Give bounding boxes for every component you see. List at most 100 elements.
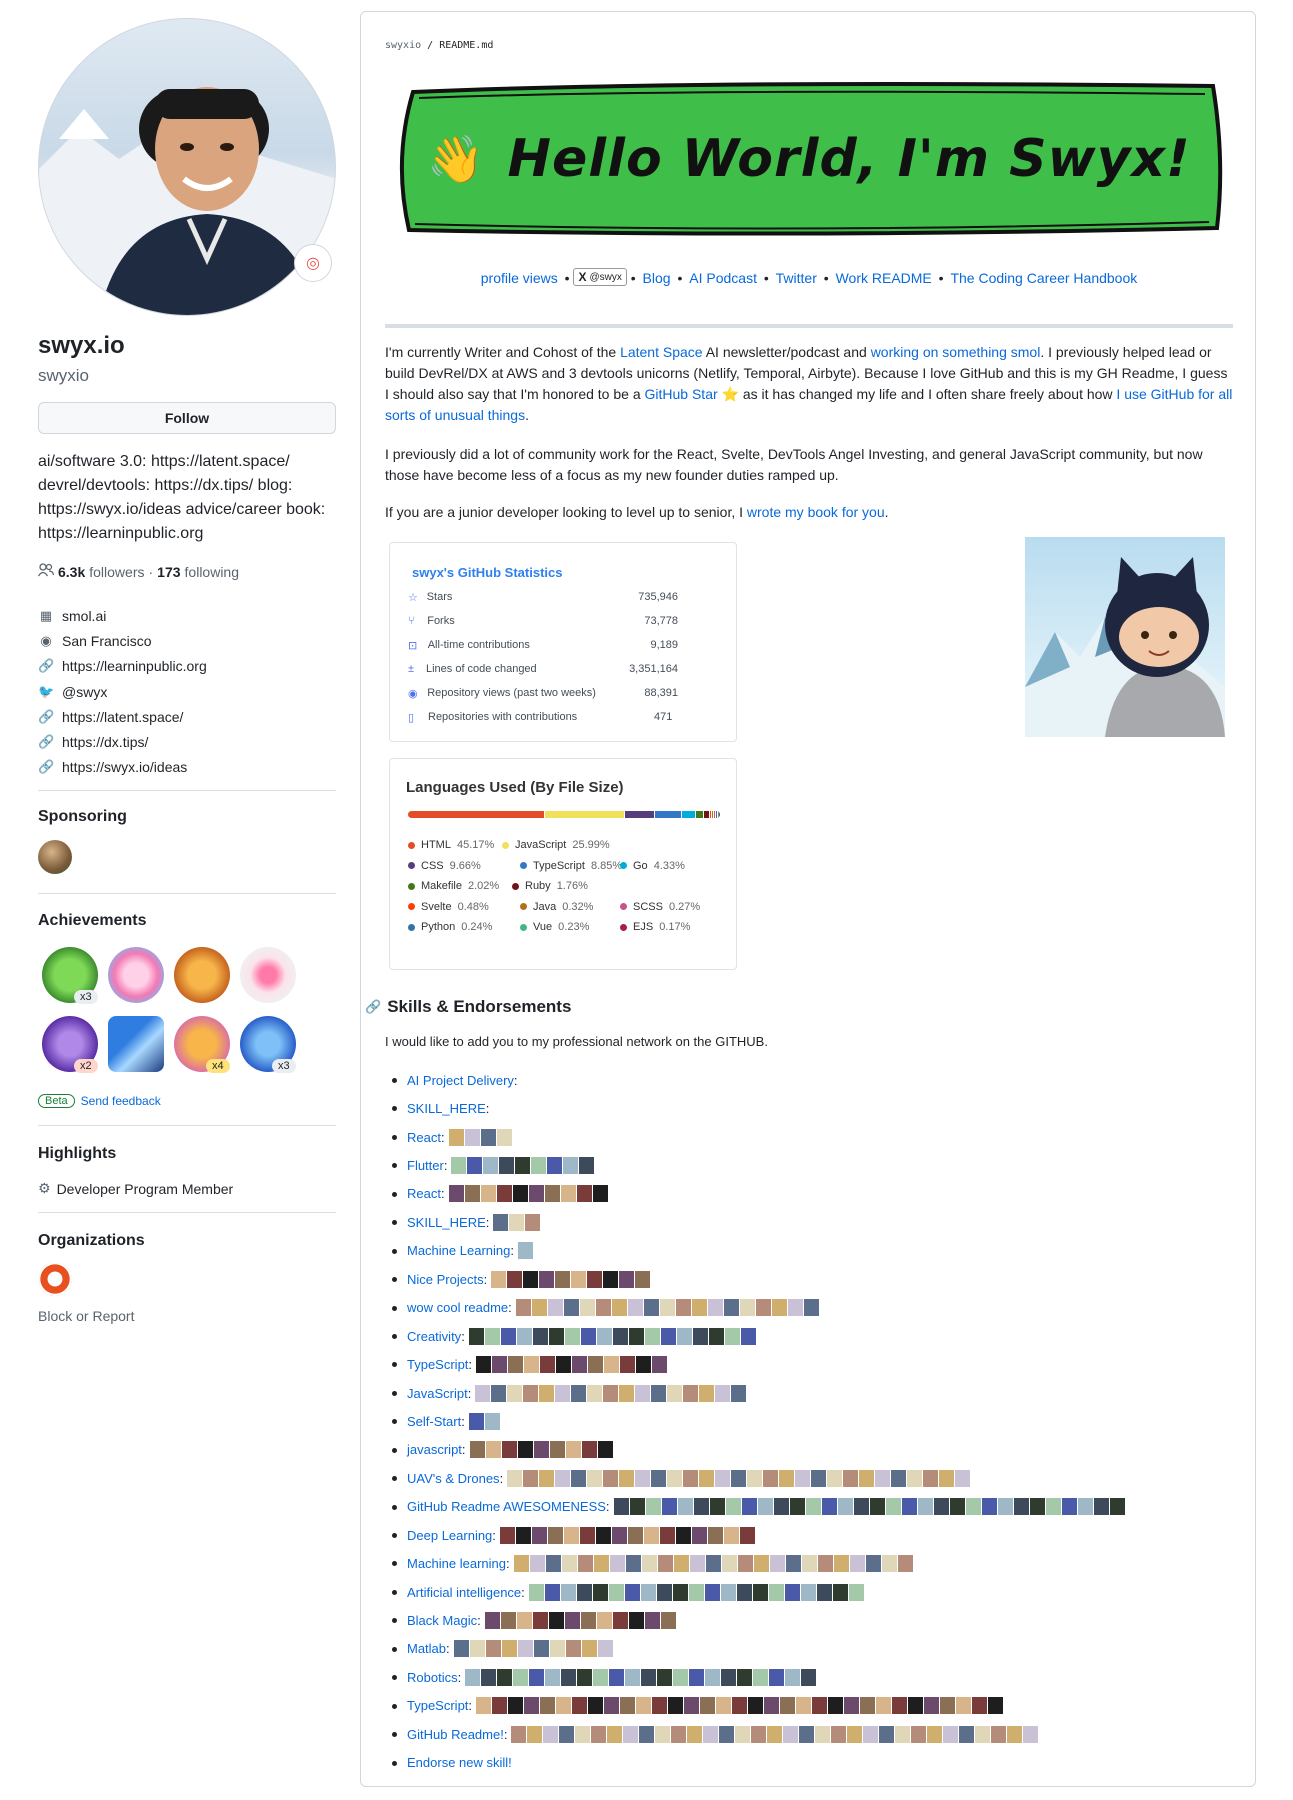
endorser-avatar[interactable] bbox=[699, 1384, 715, 1402]
endorser-avatar[interactable] bbox=[767, 1725, 783, 1743]
endorser-avatar[interactable] bbox=[687, 1725, 703, 1743]
endorser-avatar[interactable] bbox=[705, 1555, 721, 1573]
endorser-avatar[interactable] bbox=[673, 1555, 689, 1573]
endorser-avatar[interactable] bbox=[1077, 1498, 1093, 1516]
endorser-avatar[interactable] bbox=[587, 1384, 603, 1402]
endorser-avatar[interactable] bbox=[891, 1469, 907, 1487]
endorser-avatar[interactable] bbox=[529, 1668, 545, 1686]
endorser-avatar[interactable] bbox=[560, 1185, 576, 1203]
endorser-avatar[interactable] bbox=[565, 1441, 581, 1459]
endorser-avatar[interactable] bbox=[596, 1327, 612, 1345]
endorser-avatar[interactable] bbox=[475, 1384, 491, 1402]
endorser-avatar[interactable] bbox=[556, 1697, 572, 1715]
endorser-avatar[interactable] bbox=[716, 1697, 732, 1715]
endorser-avatar[interactable] bbox=[604, 1697, 620, 1715]
endorser-avatar[interactable] bbox=[739, 1526, 755, 1544]
endorser-avatar[interactable] bbox=[769, 1555, 785, 1573]
endorser-avatar[interactable] bbox=[1023, 1725, 1039, 1743]
endorser-avatar[interactable] bbox=[492, 1356, 508, 1374]
endorser-avatar[interactable] bbox=[643, 1526, 659, 1544]
endorser-avatar[interactable] bbox=[660, 1327, 676, 1345]
endorser-avatar[interactable] bbox=[815, 1725, 831, 1743]
endorser-avatar[interactable] bbox=[641, 1555, 657, 1573]
endorser-avatar[interactable] bbox=[611, 1526, 627, 1544]
endorser-avatar[interactable] bbox=[513, 1555, 529, 1573]
endorser-avatar[interactable] bbox=[895, 1725, 911, 1743]
endorser-avatar[interactable] bbox=[465, 1668, 481, 1686]
endorser-avatar[interactable] bbox=[801, 1668, 817, 1686]
endorser-avatar[interactable] bbox=[555, 1469, 571, 1487]
endorser-avatar[interactable] bbox=[448, 1185, 464, 1203]
endorser-avatar[interactable] bbox=[512, 1185, 528, 1203]
endorser-avatar[interactable] bbox=[997, 1498, 1013, 1516]
endorser-avatar[interactable] bbox=[464, 1185, 480, 1203]
endorser-avatar[interactable] bbox=[612, 1327, 628, 1345]
following-label[interactable]: following bbox=[185, 564, 239, 580]
endorser-avatar[interactable] bbox=[627, 1299, 643, 1317]
endorser-avatar[interactable] bbox=[853, 1498, 869, 1516]
endorser-avatar[interactable] bbox=[655, 1725, 671, 1743]
endorser-avatar[interactable] bbox=[549, 1640, 565, 1658]
endorser-avatar[interactable] bbox=[517, 1441, 533, 1459]
skill-link[interactable]: Black Magic bbox=[407, 1613, 477, 1628]
skill-link[interactable]: GitHub Readme! bbox=[407, 1727, 504, 1742]
work-readme-link[interactable]: Work README bbox=[836, 270, 932, 286]
endorser-avatar[interactable] bbox=[587, 1469, 603, 1487]
endorser-avatar[interactable] bbox=[539, 1469, 555, 1487]
endorser-avatar[interactable] bbox=[560, 1583, 576, 1601]
endorser-avatar[interactable] bbox=[620, 1697, 636, 1715]
endorser-avatar[interactable] bbox=[785, 1555, 801, 1573]
github-star-link[interactable]: GitHub Star ⭐ bbox=[645, 386, 739, 402]
endorser-avatar[interactable] bbox=[623, 1725, 639, 1743]
endorser-avatar[interactable] bbox=[940, 1697, 956, 1715]
endorser-avatar[interactable] bbox=[800, 1583, 816, 1601]
endorser-avatar[interactable] bbox=[908, 1697, 924, 1715]
endorser-avatar[interactable] bbox=[548, 1327, 564, 1345]
endorser-avatar[interactable] bbox=[652, 1697, 668, 1715]
endorser-avatar[interactable] bbox=[783, 1725, 799, 1743]
endorser-avatar[interactable] bbox=[587, 1270, 603, 1288]
endorser-avatar[interactable] bbox=[511, 1725, 527, 1743]
endorser-avatar[interactable] bbox=[516, 1612, 532, 1630]
endorser-avatar[interactable] bbox=[492, 1697, 508, 1715]
endorser-avatar[interactable] bbox=[571, 1270, 587, 1288]
achievement-arctic-code-vault-icon[interactable] bbox=[108, 1016, 164, 1072]
endorser-avatar[interactable] bbox=[739, 1299, 755, 1317]
endorser-avatar[interactable] bbox=[588, 1356, 604, 1374]
endorser-avatar[interactable] bbox=[508, 1356, 524, 1374]
endorser-avatar[interactable] bbox=[755, 1299, 771, 1317]
endorser-avatar[interactable] bbox=[563, 1299, 579, 1317]
endorser-avatar[interactable] bbox=[484, 1412, 500, 1430]
endorser-avatar[interactable] bbox=[715, 1469, 731, 1487]
book-link[interactable]: wrote my book for you bbox=[747, 504, 885, 520]
endorser-avatar[interactable] bbox=[897, 1555, 913, 1573]
endorser-avatar[interactable] bbox=[491, 1384, 507, 1402]
endorser-avatar[interactable] bbox=[453, 1640, 469, 1658]
endorser-avatar[interactable] bbox=[629, 1498, 645, 1516]
endorser-avatar[interactable] bbox=[563, 1526, 579, 1544]
endorser-avatar[interactable] bbox=[597, 1640, 613, 1658]
endorser-avatar[interactable] bbox=[555, 1270, 571, 1288]
endorser-avatar[interactable] bbox=[611, 1299, 627, 1317]
endorser-avatar[interactable] bbox=[624, 1583, 640, 1601]
endorser-avatar[interactable] bbox=[577, 1668, 593, 1686]
skill-link[interactable]: SKILL_HERE bbox=[407, 1215, 486, 1230]
endorser-avatar[interactable] bbox=[911, 1725, 927, 1743]
endorser-avatar[interactable] bbox=[596, 1612, 612, 1630]
endorser-avatar[interactable] bbox=[684, 1697, 700, 1715]
endorser-avatar[interactable] bbox=[651, 1469, 667, 1487]
endorser-avatar[interactable] bbox=[481, 1668, 497, 1686]
endorser-avatar[interactable] bbox=[796, 1697, 812, 1715]
endorser-avatar[interactable] bbox=[848, 1583, 864, 1601]
skill-link[interactable]: Robotics bbox=[407, 1670, 458, 1685]
endorser-avatar[interactable] bbox=[620, 1356, 636, 1374]
endorser-avatar[interactable] bbox=[467, 1157, 483, 1175]
twitter-item[interactable]: 🐦 @swyx bbox=[38, 679, 336, 704]
endorser-avatar[interactable] bbox=[923, 1469, 939, 1487]
endorser-avatar[interactable] bbox=[544, 1185, 560, 1203]
endorser-avatar[interactable] bbox=[732, 1697, 748, 1715]
endorser-avatar[interactable] bbox=[485, 1441, 501, 1459]
endorser-avatar[interactable] bbox=[476, 1697, 492, 1715]
endorser-avatar[interactable] bbox=[619, 1469, 635, 1487]
endorser-avatar[interactable] bbox=[628, 1612, 644, 1630]
